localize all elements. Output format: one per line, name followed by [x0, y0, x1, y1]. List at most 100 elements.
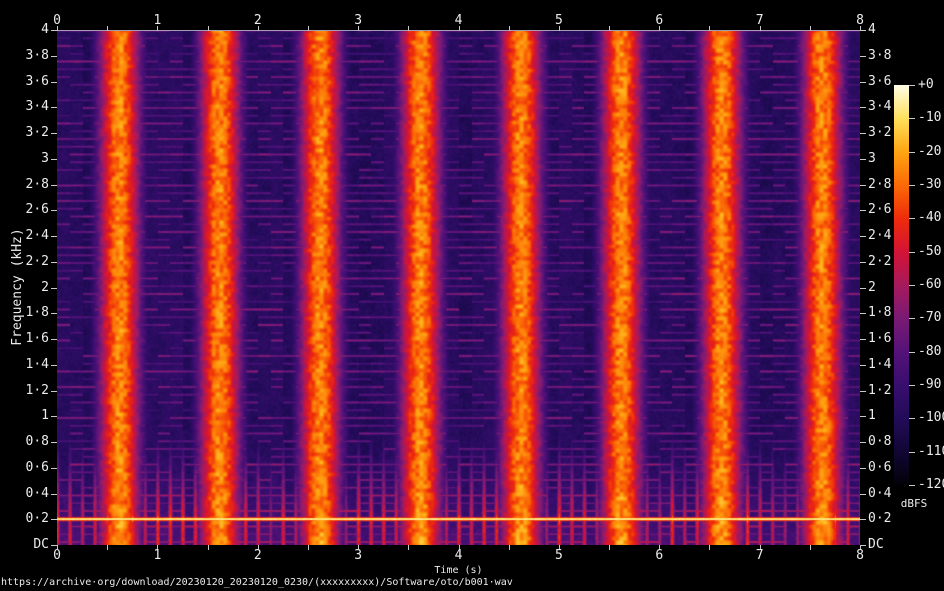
y-tick-left	[51, 416, 57, 418]
y-tick-right	[860, 133, 866, 134]
y-tick-label-left: 2·8	[25, 176, 49, 192]
source-caption: https://archive·org/download/20230120_20…	[1, 577, 513, 588]
y-tick-label-right: 2·2	[868, 253, 892, 269]
colorbar-tick-label: -100	[918, 410, 944, 426]
y-tick-left	[51, 107, 57, 109]
colorbar-tick	[909, 151, 915, 153]
y-tick-left	[51, 55, 57, 57]
y-tick-label-right: 3	[868, 150, 876, 166]
y-tick-label-right: 2	[868, 279, 876, 295]
y-tick-right	[860, 55, 866, 57]
y-tick-right	[860, 107, 866, 109]
y-tick-label-left: 0·8	[25, 434, 49, 449]
y-tick-right	[860, 81, 866, 83]
colorbar-tick	[909, 418, 915, 420]
x-minor-tick-bottom	[408, 545, 410, 550]
x-minor-tick-bottom	[609, 545, 611, 550]
y-tick-left	[51, 364, 57, 366]
x-axis-title: Time (s)	[434, 565, 483, 576]
colorbar-tick	[909, 251, 915, 253]
y-tick-left	[51, 467, 57, 469]
y-tick-left	[51, 313, 57, 315]
x-tick-label-top: 2	[253, 13, 262, 28]
y-tick-label-left: 0·4	[25, 485, 49, 501]
y-tick-right	[860, 158, 866, 160]
y-tick-label-right: 2·8	[868, 176, 892, 192]
y-tick-right	[860, 493, 866, 495]
x-tick-label-top: 7	[755, 13, 764, 28]
x-minor-tick-bottom	[809, 545, 811, 550]
x-tick-label-bottom: 4	[454, 548, 463, 563]
y-tick-right	[860, 545, 866, 546]
x-minor-tick-bottom	[709, 545, 711, 550]
y-tick-label-right: 1·6	[868, 331, 892, 346]
y-tick-label-right: 3·8	[868, 47, 892, 63]
spectrogram-plot	[57, 30, 860, 545]
x-minor-tick-bottom	[207, 545, 209, 550]
colorbar-tick	[909, 485, 915, 486]
y-tick-right	[860, 390, 866, 392]
colorbar-tick	[909, 218, 915, 220]
colorbar-tick	[909, 385, 915, 386]
y-tick-right	[860, 364, 866, 366]
y-tick-label-right: 2·4	[868, 228, 892, 243]
y-tick-left	[51, 390, 57, 392]
y-tick-label-left: 3·2	[25, 125, 49, 140]
y-tick-label-left: 1	[41, 408, 49, 424]
y-tick-left	[51, 133, 57, 134]
y-tick-left	[51, 493, 57, 495]
x-tick-label-bottom: 5	[554, 548, 563, 563]
colorbar-tick	[909, 85, 915, 86]
y-tick-right	[860, 339, 866, 340]
y-tick-label-left: 0·6	[25, 459, 49, 475]
y-tick-right	[860, 236, 866, 237]
x-tick-label-bottom: 1	[153, 548, 162, 563]
colorbar-tick	[909, 185, 915, 186]
colorbar-unit-label: dBFS	[900, 497, 928, 510]
colorbar-tick-label: -110	[918, 443, 944, 459]
colorbar-tick-label: -80	[918, 343, 942, 359]
y-tick-left	[51, 30, 57, 31]
y-tick-left	[51, 339, 57, 340]
y-tick-label-right: 1·2	[868, 382, 892, 398]
colorbar-tick-label: -10	[918, 110, 942, 126]
y-tick-left	[51, 519, 57, 521]
x-tick-label-bottom: 7	[755, 548, 764, 563]
colorbar-tick	[909, 318, 915, 320]
y-tick-right	[860, 467, 866, 469]
x-tick-label-top: 5	[554, 13, 563, 28]
colorbar-tick-label: +0	[918, 77, 934, 92]
y-tick-left	[51, 81, 57, 83]
x-minor-tick-top	[107, 26, 109, 31]
colorbar-tick-label: -50	[918, 243, 942, 259]
y-tick-label-left: 3	[41, 150, 49, 166]
y-tick-right	[860, 261, 866, 263]
y-tick-left	[51, 545, 57, 546]
colorbar-tick-label: -120	[918, 477, 944, 492]
y-tick-right	[860, 313, 866, 315]
y-tick-label-left: 3·4	[25, 99, 49, 115]
y-tick-right	[860, 30, 866, 31]
x-minor-tick-top	[508, 26, 510, 31]
colorbar-tick-label: -40	[918, 210, 942, 226]
x-minor-tick-bottom	[307, 545, 309, 550]
y-tick-label-left: 2·6	[25, 202, 49, 218]
x-tick-label-top: 3	[354, 13, 363, 28]
y-tick-label-left: 1·4	[25, 356, 49, 372]
colorbar-tick	[909, 451, 915, 453]
y-tick-label-left: 3·8	[25, 47, 49, 63]
x-tick-label-top: 6	[655, 13, 664, 28]
y-tick-right	[860, 287, 866, 289]
x-minor-tick-top	[408, 26, 410, 31]
y-tick-label-right: 0·2	[868, 511, 892, 527]
x-minor-tick-bottom	[508, 545, 510, 550]
y-tick-label-right: 2·6	[868, 202, 892, 218]
y-tick-label-left: 1·2	[25, 382, 49, 398]
colorbar-tick-label: -60	[918, 277, 942, 292]
y-tick-left	[51, 236, 57, 237]
y-tick-label-right: 3·4	[868, 99, 892, 115]
y-tick-label-left: 4	[41, 22, 49, 37]
y-tick-label-right: 0·8	[868, 434, 892, 449]
y-tick-label-left: 3·6	[25, 73, 49, 89]
y-tick-label-right: 1	[868, 408, 876, 424]
